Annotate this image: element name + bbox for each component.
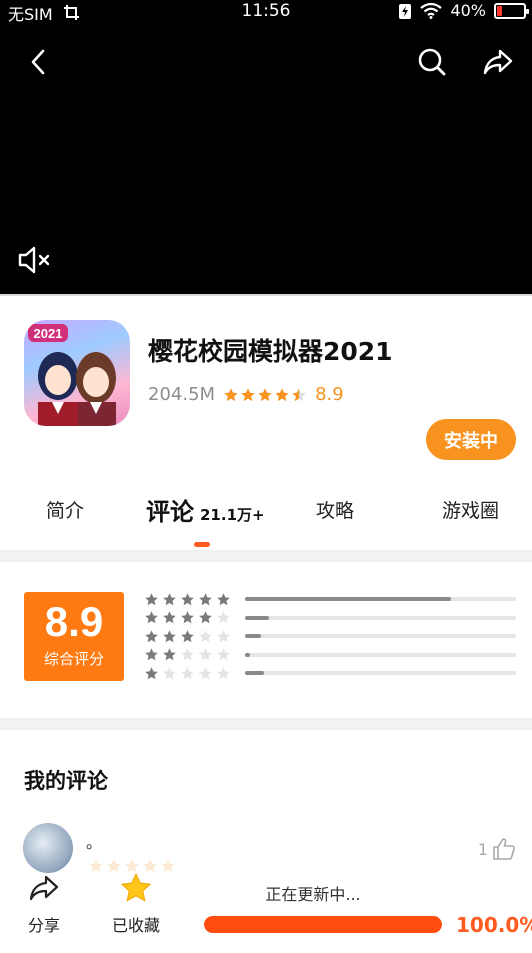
app-icon: 2021 bbox=[24, 320, 130, 426]
overall-score-label: 综合评分 bbox=[43, 650, 104, 668]
share-icon bbox=[29, 875, 59, 901]
tab-intro[interactable]: 简介 bbox=[46, 496, 84, 523]
star-icon bbox=[145, 648, 158, 661]
tab-indicator bbox=[194, 542, 210, 547]
like-count: 1 bbox=[477, 839, 488, 859]
star-icon bbox=[145, 666, 158, 679]
rating-row-4-star bbox=[144, 611, 516, 625]
rating-bar-track bbox=[245, 671, 516, 675]
rating-bar-fill bbox=[245, 652, 251, 657]
star-icon bbox=[217, 611, 230, 624]
star-icon bbox=[163, 648, 176, 661]
tab-guides[interactable]: 攻略 bbox=[316, 496, 354, 523]
update-progress-bar bbox=[204, 916, 442, 933]
favorite-action[interactable]: 已收藏 bbox=[104, 872, 168, 936]
search-icon bbox=[418, 48, 446, 76]
tab-community[interactable]: 游戏圈 bbox=[442, 496, 499, 523]
favorite-label: 已收藏 bbox=[111, 916, 160, 935]
rating-bar-fill bbox=[245, 634, 262, 638]
star-icon bbox=[224, 387, 238, 401]
progress-fill bbox=[204, 916, 442, 933]
wifi-icon bbox=[420, 2, 443, 19]
bottom-action-bar: 分享 已收藏 正在更新中... 100.0% bbox=[0, 866, 532, 953]
section-divider bbox=[0, 550, 532, 562]
star-icon bbox=[199, 629, 212, 642]
install-button[interactable]: 安装中 bbox=[426, 419, 516, 460]
star-icon bbox=[181, 648, 194, 661]
star-icon bbox=[241, 387, 255, 401]
rating-bar-track bbox=[245, 634, 516, 638]
star-icon bbox=[163, 592, 176, 605]
share-label: 分享 bbox=[27, 916, 60, 935]
back-button[interactable] bbox=[20, 44, 56, 80]
star-icon bbox=[145, 611, 158, 624]
progress-percent: 100.0% bbox=[456, 913, 532, 937]
rating-stars bbox=[223, 387, 307, 403]
star-icon bbox=[181, 611, 194, 624]
section-divider bbox=[0, 718, 532, 730]
rating-row-2-star bbox=[144, 648, 516, 662]
review-count: 21.1万+ bbox=[200, 506, 265, 524]
battery-percent: 40% bbox=[450, 1, 486, 20]
star-icon bbox=[199, 611, 212, 624]
star-icon bbox=[217, 629, 230, 642]
star-icon bbox=[163, 666, 176, 679]
rating-row-1-star bbox=[144, 666, 516, 680]
star-icon bbox=[145, 629, 158, 642]
app-title: 樱花校园模拟器2021 bbox=[148, 337, 393, 366]
share-button[interactable] bbox=[480, 44, 516, 80]
overall-score-box: 8.9 综合评分 bbox=[24, 592, 124, 681]
star-icon bbox=[163, 611, 176, 624]
star-icon bbox=[181, 666, 194, 679]
rating-bar-track bbox=[245, 652, 516, 657]
update-status: 正在更新中... bbox=[265, 885, 361, 904]
review-text: 。 bbox=[86, 833, 103, 852]
rating-row-5-star bbox=[144, 592, 516, 606]
battery-icon bbox=[494, 2, 529, 19]
star-icon bbox=[275, 387, 289, 401]
star-icon bbox=[217, 592, 230, 605]
star-icon bbox=[258, 387, 272, 401]
volume-mute-icon bbox=[18, 246, 50, 274]
overall-score: 8.9 bbox=[44, 598, 104, 645]
star-icon bbox=[217, 648, 230, 661]
star-icon bbox=[199, 648, 212, 661]
star-icon bbox=[217, 666, 230, 679]
like-button[interactable]: 1 bbox=[478, 838, 516, 860]
star-filled-icon bbox=[120, 872, 152, 902]
rating-bar-fill bbox=[245, 597, 451, 601]
thumbs-up-icon bbox=[493, 838, 515, 860]
video-player[interactable]: 无SIM 11:56 40% bbox=[0, 0, 532, 294]
star-icon bbox=[199, 666, 212, 679]
video-divider bbox=[0, 294, 532, 296]
star-icon bbox=[145, 592, 158, 605]
star-icon bbox=[163, 629, 176, 642]
star-icon bbox=[181, 592, 194, 605]
share-icon bbox=[483, 49, 513, 75]
rating-bar-track bbox=[245, 597, 516, 601]
share-action[interactable]: 分享 bbox=[14, 872, 74, 936]
rating-bar-track bbox=[245, 615, 516, 620]
star-icon bbox=[199, 592, 212, 605]
chevron-left-icon bbox=[31, 49, 45, 75]
tab-bar: 简介 评论 21.1万+ 攻略 游戏圈 bbox=[0, 496, 532, 544]
icon-badge-text: 2021 bbox=[34, 326, 63, 341]
rating-bar-fill bbox=[245, 615, 270, 620]
my-review-title: 我的评论 bbox=[24, 769, 108, 793]
rating-row-3-star bbox=[144, 629, 516, 643]
app-rating: 8.9 bbox=[315, 384, 344, 405]
star-icon bbox=[181, 629, 194, 642]
mute-button[interactable] bbox=[16, 242, 52, 278]
app-meta: 204.5M 8.9 bbox=[148, 384, 344, 405]
app-size: 204.5M bbox=[148, 384, 216, 405]
half-star-icon bbox=[292, 387, 306, 401]
status-bar: 无SIM 11:56 40% bbox=[0, 0, 532, 24]
charging-icon bbox=[399, 3, 412, 19]
tab-reviews[interactable]: 评论 21.1万+ bbox=[146, 492, 265, 527]
search-button[interactable] bbox=[414, 44, 450, 80]
rating-bar-fill bbox=[245, 671, 264, 675]
